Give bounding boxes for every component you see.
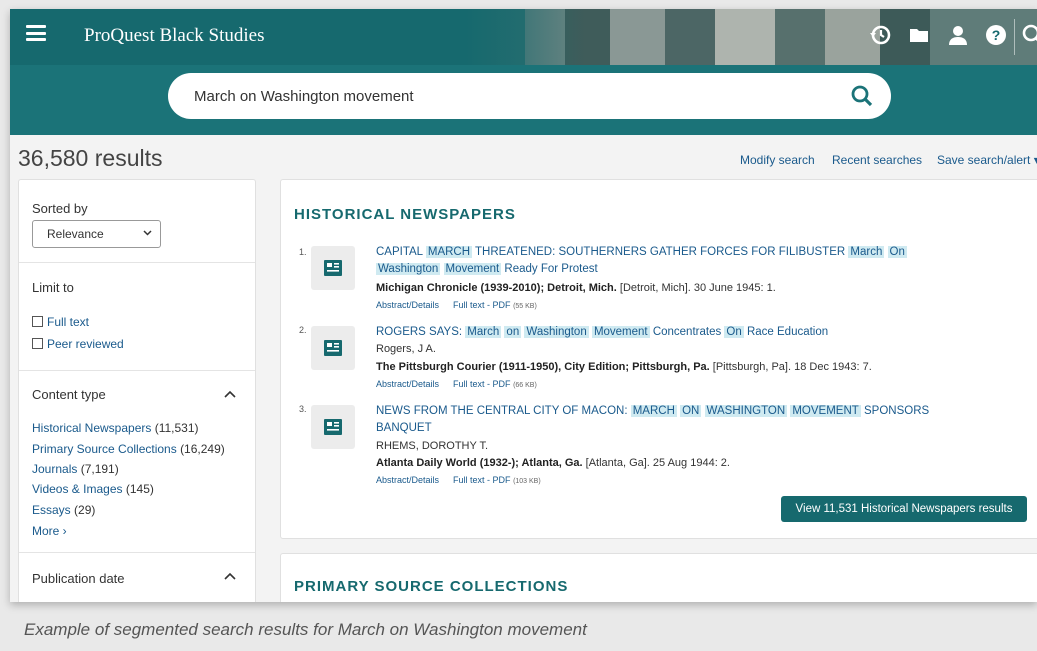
toolbar-divider — [1014, 19, 1015, 55]
newspaper-thumbnail[interactable] — [311, 405, 355, 449]
chevron-up-icon[interactable] — [224, 390, 236, 398]
primary-source-collections-section: PRIMARY SOURCE COLLECTIONS — [280, 553, 1037, 602]
peer-reviewed-checkbox[interactable]: Peer reviewed — [32, 337, 124, 351]
newspaper-icon — [324, 340, 342, 356]
divider — [19, 370, 255, 371]
result-source-2: The Pittsburgh Courier (1911-1950), City… — [376, 361, 872, 373]
result-author-2: Rogers, J A. — [376, 343, 436, 355]
result-author-3: RHEMS, DOROTHY T. — [376, 440, 489, 452]
content-type-videos-images[interactable]: Videos & Images (145) — [32, 482, 154, 496]
publication-date-title: Publication date — [32, 571, 125, 586]
checkbox-icon — [32, 338, 43, 349]
sorted-by-label: Sorted by — [32, 201, 88, 216]
search-button-icon[interactable] — [850, 84, 874, 108]
result-source-3: Atlanta Daily World (1932-); Atlanta, Ga… — [376, 457, 730, 469]
search-band — [10, 65, 1037, 135]
newspaper-thumbnail[interactable] — [311, 246, 355, 290]
figure-caption: Example of segmented search results for … — [24, 620, 587, 639]
folder-icon[interactable] — [907, 23, 933, 49]
newspaper-thumbnail[interactable] — [311, 326, 355, 370]
modify-search-link[interactable]: Modify search — [740, 153, 815, 167]
abstract-details-link[interactable]: Abstract/Details — [376, 475, 439, 485]
sort-select[interactable]: Relevance — [32, 220, 161, 248]
filter-sidebar: Sorted by Relevance Limit to Full text P… — [18, 179, 256, 602]
full-text-label: Full text — [47, 315, 90, 329]
divider — [19, 552, 255, 553]
section-title: PRIMARY SOURCE COLLECTIONS — [294, 578, 569, 595]
abstract-details-link[interactable]: Abstract/Details — [376, 300, 439, 310]
results-count: 36,580 results — [18, 145, 163, 171]
result-number: 3. — [299, 404, 307, 414]
hamburger-menu-icon[interactable] — [26, 25, 46, 41]
newspaper-icon — [324, 260, 342, 276]
full-text-checkbox[interactable]: Full text — [32, 315, 89, 329]
search-input[interactable] — [194, 85, 814, 107]
more-content-types-link[interactable]: More › — [32, 524, 67, 538]
chevron-up-icon[interactable] — [224, 572, 236, 580]
result-links-3: Abstract/Details Full text - PDF (103 KB) — [376, 475, 541, 485]
svg-text:?: ? — [992, 27, 1001, 43]
result-number: 1. — [299, 247, 307, 257]
result-links-2: Abstract/Details Full text - PDF (66 KB) — [376, 379, 537, 389]
result-number: 2. — [299, 325, 307, 335]
full-text-pdf-link[interactable]: Full text - PDF — [453, 379, 511, 389]
help-icon[interactable]: ? — [984, 23, 1010, 49]
search-icon[interactable] — [1021, 23, 1037, 49]
content-type-journals[interactable]: Journals (7,191) — [32, 462, 119, 476]
recent-history-icon[interactable] — [868, 23, 894, 49]
result-links-1: Abstract/Details Full text - PDF (55 KB) — [376, 300, 537, 310]
user-icon[interactable] — [946, 23, 972, 49]
top-bar: ProQuest Black Studies ? — [10, 9, 1037, 65]
section-title: HISTORICAL NEWSPAPERS — [294, 206, 516, 223]
limit-to-label: Limit to — [32, 280, 74, 295]
browser-frame: ProQuest Black Studies ? 36,580 results … — [10, 9, 1037, 602]
result-title-3[interactable]: NEWS FROM THE CENTRAL CITY OF MACON: MAR… — [376, 403, 936, 437]
content-type-essays[interactable]: Essays (29) — [32, 503, 95, 517]
checkbox-icon — [32, 316, 43, 327]
full-text-pdf-link[interactable]: Full text - PDF — [453, 300, 511, 310]
historical-newspapers-section: HISTORICAL NEWSPAPERS 1. CAPITAL MARCH T… — [280, 179, 1037, 539]
save-search-alert-link[interactable]: Save search/alert ▾ — [937, 153, 1037, 167]
recent-searches-link[interactable]: Recent searches — [832, 153, 922, 167]
divider — [19, 262, 255, 263]
result-title-1[interactable]: CAPITAL MARCH THREATENED: SOUTHERNERS GA… — [376, 244, 936, 278]
newspaper-icon — [324, 419, 342, 435]
banner-fade — [465, 9, 585, 65]
app-title[interactable]: ProQuest Black Studies — [84, 25, 265, 47]
search-box — [168, 73, 891, 119]
full-text-pdf-link[interactable]: Full text - PDF — [453, 475, 511, 485]
content-type-historical-newspapers[interactable]: Historical Newspapers (11,531) — [32, 421, 199, 435]
result-title-2[interactable]: ROGERS SAYS: March on Washington Movemen… — [376, 324, 936, 341]
peer-reviewed-label: Peer reviewed — [47, 337, 124, 351]
content-type-primary-source-collections[interactable]: Primary Source Collections (16,249) — [32, 442, 225, 456]
view-historical-newspapers-button[interactable]: View 11,531 Historical Newspapers result… — [781, 496, 1027, 522]
result-source-1: Michigan Chronicle (1939-2010); Detroit,… — [376, 282, 776, 294]
sort-select-value: Relevance — [47, 227, 104, 241]
content-type-title: Content type — [32, 387, 106, 402]
abstract-details-link[interactable]: Abstract/Details — [376, 379, 439, 389]
chevron-down-icon — [143, 230, 152, 236]
